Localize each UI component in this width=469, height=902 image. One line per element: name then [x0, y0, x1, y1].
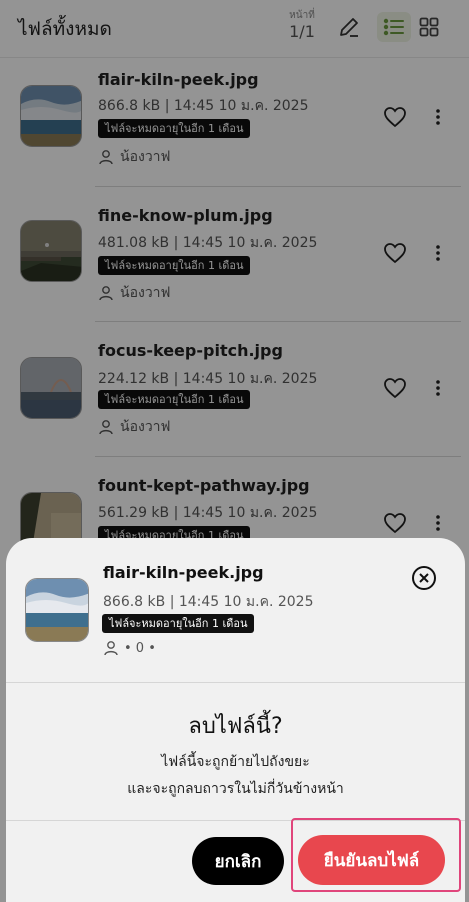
user-icon [104, 641, 118, 656]
sheet-divider [6, 682, 465, 683]
sheet-file-stats: • 0 • [103, 640, 156, 656]
sheet-file-meta: 866.8 kB | 14:45 10 ม.ค. 2025 [103, 594, 314, 610]
delete-confirm-sheet: flair-kiln-peek.jpg 866.8 kB | 14:45 10 … [6, 538, 465, 902]
sheet-file-name: flair-kiln-peek.jpg [103, 563, 264, 582]
cancel-button[interactable]: ยกเลิก [192, 837, 284, 885]
sheet-expiry-badge: ไฟล์จะหมดอายุในอีก 1 เดือน [102, 614, 255, 633]
delete-description-line1: ไฟล์นี้จะถูกย้ายไปถังขยะ [161, 754, 310, 770]
sheet-stats-text: • 0 • [124, 640, 156, 656]
confirm-delete-button[interactable]: ยืนยันลบไฟล์ [298, 835, 445, 885]
delete-question: ลบไฟล์นี้? [188, 714, 283, 739]
delete-description-line2: และจะถูกลบถาวรในไม่กี่วันข้างหน้า [127, 781, 344, 797]
sheet-file-thumbnail [25, 578, 89, 642]
close-icon[interactable] [411, 565, 437, 591]
